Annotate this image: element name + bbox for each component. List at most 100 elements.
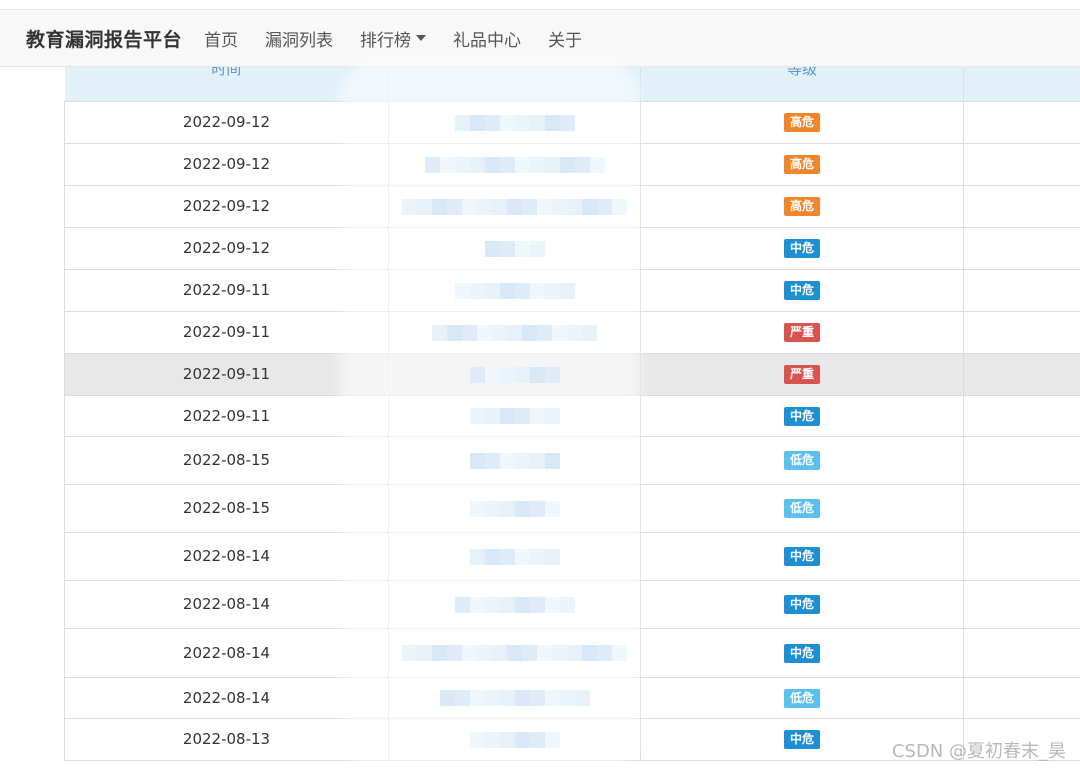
severity-badge: 中危 [783, 730, 820, 749]
redacted-text [469, 408, 560, 424]
cell-date: 2022-09-11 [64, 394, 389, 437]
table-row[interactable]: 2022-08-14 中危 [64, 531, 1080, 581]
redacted-text [402, 198, 627, 215]
severity-badge: 中危 [783, 239, 820, 258]
cell-vuln-name[interactable] [388, 717, 641, 761]
nav-home[interactable]: 首页 [204, 26, 238, 51]
cell-date: 2022-09-11 [64, 310, 389, 354]
cell-date: 2022-09-12 [64, 226, 389, 270]
cell-extra [963, 100, 1080, 144]
cell-extra [963, 184, 1080, 228]
cell-vuln-name[interactable] [388, 352, 641, 396]
col-header-level: 等级 [640, 67, 964, 101]
cell-vuln-name[interactable] [388, 483, 641, 533]
cell-date: 2022-09-12 [64, 142, 389, 186]
vuln-table: 时间 等级 2022-09-12 高危 2022-09-12 高危 2022-09-12… [64, 67, 1080, 761]
cell-extra [963, 483, 1080, 533]
cell-vuln-name[interactable] [388, 531, 641, 581]
severity-badge: 中危 [783, 281, 820, 300]
severity-badge: 高危 [783, 113, 820, 132]
table-row[interactable]: 2022-09-12 高危 [64, 184, 1080, 228]
cell-vuln-name[interactable] [388, 627, 641, 678]
severity-badge: 低危 [783, 499, 820, 518]
table-row[interactable]: 2022-09-11 中危 [64, 394, 1080, 437]
cell-date: 2022-08-14 [64, 627, 389, 678]
cell-date: 2022-08-15 [64, 483, 389, 533]
nav-about[interactable]: 关于 [548, 26, 582, 51]
severity-badge: 高危 [783, 197, 820, 216]
cell-vuln-name[interactable] [388, 394, 641, 437]
cell-vuln-name[interactable] [388, 226, 641, 270]
table-row[interactable]: 2022-09-12 高危 [64, 100, 1080, 144]
cell-level: 低危 [640, 676, 964, 719]
table-row[interactable]: 2022-09-12 高危 [64, 142, 1080, 186]
cell-level: 严重 [640, 352, 964, 396]
cell-vuln-name[interactable] [388, 310, 641, 354]
cell-vuln-name[interactable] [388, 676, 641, 719]
table-row[interactable]: 2022-09-11 中危 [64, 268, 1080, 312]
cell-extra [963, 627, 1080, 678]
table-row[interactable]: 2022-09-12 中危 [64, 226, 1080, 270]
redacted-text [469, 366, 560, 383]
cell-date: 2022-09-11 [64, 268, 389, 312]
cell-level: 高危 [640, 142, 964, 186]
redacted-text [454, 282, 575, 299]
cell-extra [963, 268, 1080, 312]
severity-badge: 低危 [783, 451, 820, 470]
cell-extra [963, 676, 1080, 719]
redacted-text [439, 690, 590, 706]
cell-date: 2022-08-14 [64, 531, 389, 581]
redacted-text [454, 114, 575, 131]
table-row[interactable]: 2022-08-15 低危 [64, 435, 1080, 485]
severity-badge: 中危 [783, 406, 820, 426]
severity-badge: 中危 [783, 643, 820, 663]
table-row[interactable]: 2022-08-14 中危 [64, 579, 1080, 629]
table-row[interactable]: 2022-08-14 低危 [64, 676, 1080, 719]
cell-date: 2022-09-11 [64, 352, 389, 396]
cell-vuln-name[interactable] [388, 184, 641, 228]
nav-ranking-label: 排行榜 [360, 30, 412, 50]
cell-vuln-name[interactable] [388, 268, 641, 312]
cell-date: 2022-08-15 [64, 435, 389, 485]
nav-vuln-list[interactable]: 漏洞列表 [265, 26, 333, 51]
severity-badge: 严重 [783, 365, 820, 384]
cell-extra [963, 352, 1080, 396]
cell-extra [963, 435, 1080, 485]
redacted-text [469, 731, 560, 748]
cell-date: 2022-09-12 [64, 184, 389, 228]
table-row[interactable]: 2022-08-14 中危 [64, 627, 1080, 678]
cell-level: 高危 [640, 100, 964, 144]
cell-extra [963, 579, 1080, 629]
cell-level: 严重 [640, 310, 964, 354]
cell-level: 中危 [640, 226, 964, 270]
col-header-extra [963, 67, 1080, 101]
cell-vuln-name[interactable] [388, 579, 641, 629]
redacted-text [424, 156, 605, 173]
nav-gift-center[interactable]: 礼品中心 [453, 26, 521, 51]
vuln-table-container: 时间 等级 2022-09-12 高危 2022-09-12 高危 2022-09-12… [64, 67, 1080, 761]
cell-extra [963, 531, 1080, 581]
severity-badge: 严重 [783, 323, 820, 342]
cell-level: 中危 [640, 394, 964, 437]
cell-level: 中危 [640, 627, 964, 678]
table-row[interactable]: 2022-09-11 严重 [64, 352, 1080, 396]
nav-ranking[interactable]: 排行榜 [360, 26, 427, 51]
redacted-text [469, 500, 560, 517]
cell-date: 2022-08-14 [64, 676, 389, 719]
cell-level: 中危 [640, 531, 964, 581]
cell-date: 2022-08-13 [64, 717, 389, 761]
cell-vuln-name[interactable] [388, 142, 641, 186]
redacted-text [469, 548, 560, 565]
cell-level: 中危 [640, 579, 964, 629]
cell-vuln-name[interactable] [388, 435, 641, 485]
table-row[interactable]: 2022-08-15 低危 [64, 483, 1080, 533]
table-row[interactable]: 2022-09-11 严重 [64, 310, 1080, 354]
cell-vuln-name[interactable] [388, 100, 641, 144]
redacted-text [432, 324, 597, 341]
redacted-text [469, 452, 560, 469]
brand-title[interactable]: 教育漏洞报告平台 [26, 25, 182, 52]
severity-badge: 中危 [783, 595, 820, 614]
cell-extra [963, 310, 1080, 354]
redacted-text [484, 240, 545, 257]
severity-badge: 中危 [783, 547, 820, 566]
